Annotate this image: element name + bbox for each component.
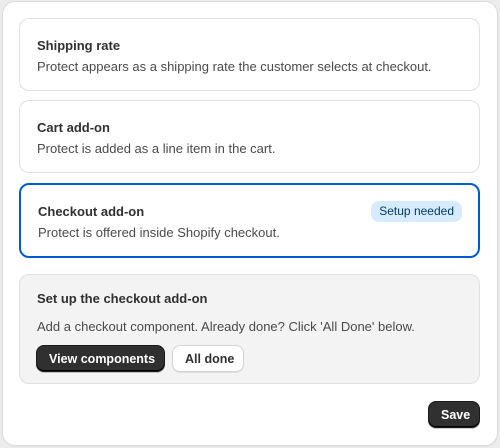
option-description: Protect appears as a shipping rate the c… [37, 59, 432, 74]
placement-settings-card: Shipping rate Protect appears as a shipp… [3, 2, 497, 445]
option-description: Protect is added as a line item in the c… [37, 141, 276, 156]
option-shipping-rate[interactable]: Shipping rate Protect appears as a shipp… [19, 18, 480, 91]
setup-checkout-panel: Set up the checkout add-on Add a checkou… [19, 274, 480, 384]
status-badge: Setup needed [371, 201, 462, 222]
view-components-button[interactable]: View components [36, 345, 165, 372]
save-button[interactable]: Save [428, 401, 480, 428]
all-done-button[interactable]: All done [172, 345, 244, 372]
option-description: Protect is offered inside Shopify checko… [38, 225, 280, 240]
option-checkout-add-on[interactable]: Checkout add-on Setup needed Protect is … [19, 183, 480, 258]
option-title: Checkout add-on [38, 204, 145, 219]
option-title: Shipping rate [37, 38, 121, 53]
option-cart-add-on[interactable]: Cart add-on Protect is added as a line i… [19, 100, 480, 173]
setup-title: Set up the checkout add-on [37, 291, 208, 306]
option-title: Cart add-on [37, 120, 110, 135]
setup-description: Add a checkout component. Already done? … [37, 319, 415, 334]
